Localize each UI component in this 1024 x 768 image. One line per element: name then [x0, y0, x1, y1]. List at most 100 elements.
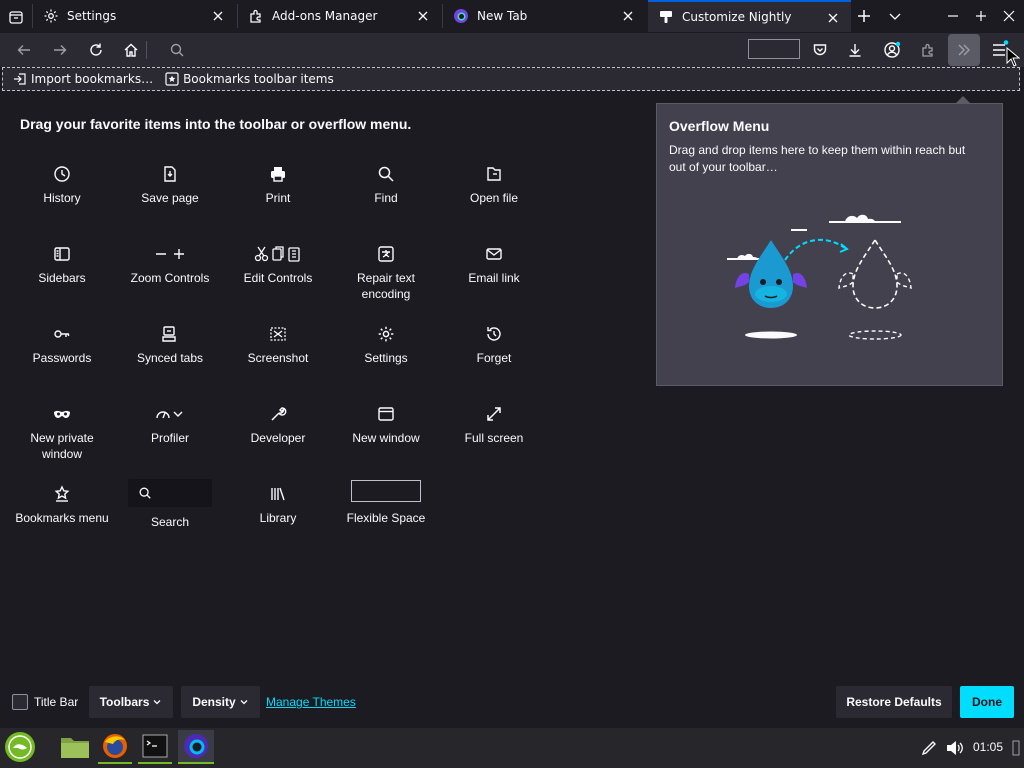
os-taskbar: 01:05: [0, 728, 1024, 768]
palette-item-save-page[interactable]: Save page: [120, 164, 220, 206]
tab-settings[interactable]: Settings: [33, 0, 236, 32]
import-bookmarks-button[interactable]: Import bookmarks…: [13, 72, 153, 86]
save-page-icon: [161, 164, 179, 184]
palette-item-label: Synced tabs: [136, 351, 204, 365]
extensions-puzzle-icon[interactable]: [915, 37, 941, 63]
palette-item-search[interactable]: Search: [120, 478, 220, 530]
downloads-icon[interactable]: [842, 37, 868, 63]
palette-item-screenshot[interactable]: Screenshot: [228, 324, 328, 366]
window-icon: [377, 404, 395, 424]
terminal-icon[interactable]: [138, 730, 172, 764]
palette-item-zoom-controls[interactable]: Zoom Controls: [120, 244, 220, 286]
window-close-icon[interactable]: [1002, 9, 1016, 23]
close-icon[interactable]: [415, 8, 431, 24]
restore-defaults-button[interactable]: Restore Defaults: [836, 686, 952, 718]
minimize-icon[interactable]: [946, 9, 960, 23]
palette-item-sidebars[interactable]: Sidebars: [12, 244, 112, 286]
gear-icon: [377, 324, 395, 344]
edit-controls-icon: [254, 244, 302, 264]
palette-item-bookmarks-menu[interactable]: Bookmarks menu: [12, 484, 112, 526]
title-bar-checkbox[interactable]: [12, 694, 28, 710]
import-bookmarks-label: Import bookmarks…: [31, 72, 154, 86]
bookmarks-toolbar-items[interactable]: Bookmarks toolbar items: [165, 72, 334, 86]
list-all-tabs-chevron-icon[interactable]: [887, 8, 903, 24]
overflow-menu-panel[interactable]: Overflow Menu Drag and drop items here t…: [656, 103, 1003, 386]
close-icon[interactable]: [620, 8, 636, 24]
new-tab-plus-icon[interactable]: [856, 8, 872, 24]
density-button[interactable]: Density: [181, 686, 260, 718]
palette-item-settings[interactable]: Settings: [336, 324, 436, 366]
puzzle-icon: [248, 8, 264, 24]
tab-new-tab[interactable]: New Tab: [443, 0, 646, 32]
opensuse-menu-icon[interactable]: [3, 730, 37, 764]
firefox-view-icon[interactable]: [6, 7, 26, 27]
maximize-icon[interactable]: [974, 9, 988, 23]
flexible-space-placeholder[interactable]: [748, 39, 800, 59]
palette-item-flexible-space[interactable]: Flexible Space: [336, 480, 436, 526]
palette-item-profiler[interactable]: Profiler: [120, 404, 220, 446]
palette-item-find[interactable]: Find: [336, 164, 436, 206]
palette-item-label: Find: [374, 191, 398, 205]
show-desktop-icon[interactable]: [1012, 740, 1020, 756]
palette-item-repair-text-encoding[interactable]: Repair text encoding: [336, 244, 436, 302]
synced-tabs-icon: [161, 324, 179, 344]
done-button[interactable]: Done: [960, 686, 1014, 718]
tab-label: Settings: [67, 9, 117, 23]
palette-item-synced-tabs[interactable]: Synced tabs: [120, 324, 220, 366]
mask-icon: [53, 404, 71, 424]
reload-icon[interactable]: [83, 37, 109, 63]
firefox-icon: [453, 8, 469, 24]
chevron-down-icon: [239, 697, 249, 707]
palette-item-edit-controls[interactable]: Edit Controls: [228, 244, 328, 286]
volume-icon[interactable]: [946, 740, 964, 756]
close-icon[interactable]: [210, 8, 226, 24]
screenshot-icon: [269, 324, 287, 344]
zoom-icon: [153, 244, 187, 264]
toolbars-label: Toolbars: [99, 695, 150, 709]
firefox-taskbar-icon[interactable]: [98, 730, 132, 764]
pen-tray-icon[interactable]: [921, 740, 937, 756]
tab-customize-nightly[interactable]: Customize Nightly: [648, 0, 851, 32]
palette-item-new-private-window[interactable]: New private window: [12, 404, 112, 462]
bookmarks-toolbar: Import bookmarks… Bookmarks toolbar item…: [2, 67, 1020, 91]
palette-item-open-file[interactable]: Open file: [444, 164, 544, 206]
paintbrush-icon: [658, 9, 674, 25]
palette-item-new-window[interactable]: New window: [336, 404, 436, 446]
tab-label: Add-ons Manager: [272, 9, 378, 23]
palette-item-label: Flexible Space: [346, 511, 426, 525]
palette-item-history[interactable]: History: [12, 164, 112, 206]
mail-icon: [485, 244, 503, 264]
palette-item-label: Library: [259, 511, 297, 525]
palette-item-forget[interactable]: Forget: [444, 324, 544, 366]
urlbar-search-icon[interactable]: [164, 37, 190, 63]
toolbars-button[interactable]: Toolbars: [89, 686, 173, 718]
tab-label: Customize Nightly: [682, 10, 792, 24]
wrench-icon: [269, 404, 287, 424]
back-arrow-icon[interactable]: [11, 37, 37, 63]
import-icon: [13, 72, 27, 86]
manage-themes-link[interactable]: Manage Themes: [266, 695, 356, 709]
palette-item-label: Sidebars: [38, 271, 86, 285]
palette-item-full-screen[interactable]: Full screen: [444, 404, 544, 446]
palette-item-passwords[interactable]: Passwords: [12, 324, 112, 366]
tab-addons-manager[interactable]: Add-ons Manager: [238, 0, 441, 32]
file-manager-folder-icon[interactable]: [58, 730, 92, 764]
mouse-cursor-icon: [1006, 47, 1020, 67]
palette-item-library[interactable]: Library: [228, 484, 328, 526]
key-icon: [53, 324, 71, 344]
forward-arrow-icon[interactable]: [47, 37, 73, 63]
pocket-icon[interactable]: [807, 37, 833, 63]
palette-item-developer[interactable]: Developer: [228, 404, 328, 446]
close-icon[interactable]: [825, 10, 841, 26]
overflow-chevron-icon[interactable]: [948, 34, 980, 66]
search-icon: [377, 164, 395, 184]
palette-item-label: Repair text encoding: [356, 271, 416, 301]
palette-item-email-link[interactable]: Email link: [444, 244, 544, 286]
palette-item-label: Save page: [141, 191, 199, 205]
palette-item-label: New window: [352, 431, 420, 445]
nightly-taskbar-icon[interactable]: [178, 730, 214, 764]
account-icon[interactable]: [879, 37, 905, 63]
palette-item-label: Forget: [476, 351, 512, 365]
palette-item-print[interactable]: Print: [228, 164, 328, 206]
home-icon[interactable]: [118, 37, 144, 63]
